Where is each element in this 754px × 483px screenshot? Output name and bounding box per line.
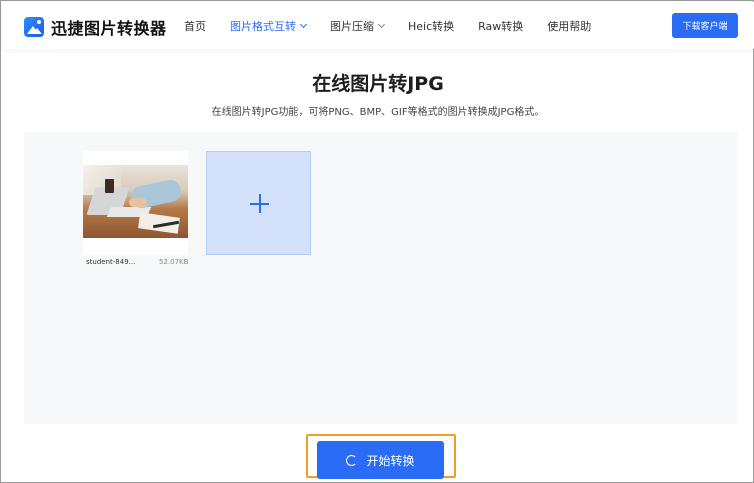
file-thumbnail-image: [83, 165, 188, 238]
nav-label: Raw转换: [478, 19, 524, 33]
page-subtitle: 在线图片转JPG功能，可将PNG、BMP、GIF等格式的图片转换成JPG格式。: [211, 107, 545, 118]
nav-label: 图片压缩: [330, 19, 374, 33]
file-name: student-849...: [86, 258, 136, 266]
nav-item-home[interactable]: 首页: [184, 18, 206, 34]
file-size: 52.07KB: [159, 258, 189, 266]
page-title: 在线图片转JPG: [312, 73, 444, 95]
nav-label: 首页: [184, 19, 206, 33]
chevron-down-icon: [299, 20, 308, 28]
nav-item-compress[interactable]: 图片压缩: [330, 18, 386, 34]
nav-label: 使用帮助: [547, 19, 592, 33]
plus-icon-vertical: [259, 194, 261, 213]
nav-label: Heic转换: [408, 19, 455, 33]
top-header: 迅捷图片转换器 首页 图片格式互转 图片压缩 Heic转换 Raw转换 使用帮助: [2, 2, 754, 49]
image-logo-icon: [24, 17, 44, 37]
add-image-button[interactable]: [206, 151, 311, 255]
chevron-down-icon: [377, 20, 386, 28]
nav-item-help[interactable]: 使用帮助: [547, 18, 591, 34]
loading-spinner-icon: [346, 454, 358, 466]
nav-item-heic[interactable]: Heic转换: [408, 18, 454, 34]
logo-text: 迅捷图片转换器: [51, 19, 167, 38]
nav-item-raw[interactable]: Raw转换: [478, 18, 523, 34]
start-button-label: 开始转换: [366, 453, 415, 468]
logo[interactable]: 迅捷图片转换器: [24, 15, 167, 39]
nav-label: 图片格式互转: [230, 19, 296, 33]
download-client-button[interactable]: 下载客户端: [672, 13, 738, 38]
start-convert-button[interactable]: 开始转换: [317, 441, 444, 479]
app-window: 迅捷图片转换器 首页 图片格式互转 图片压缩 Heic转换 Raw转换 使用帮助: [0, 0, 754, 483]
main-nav: 首页 图片格式互转 图片压缩 Heic转换 Raw转换 使用帮助: [184, 2, 615, 49]
nav-item-format-convert[interactable]: 图片格式互转: [230, 18, 308, 34]
